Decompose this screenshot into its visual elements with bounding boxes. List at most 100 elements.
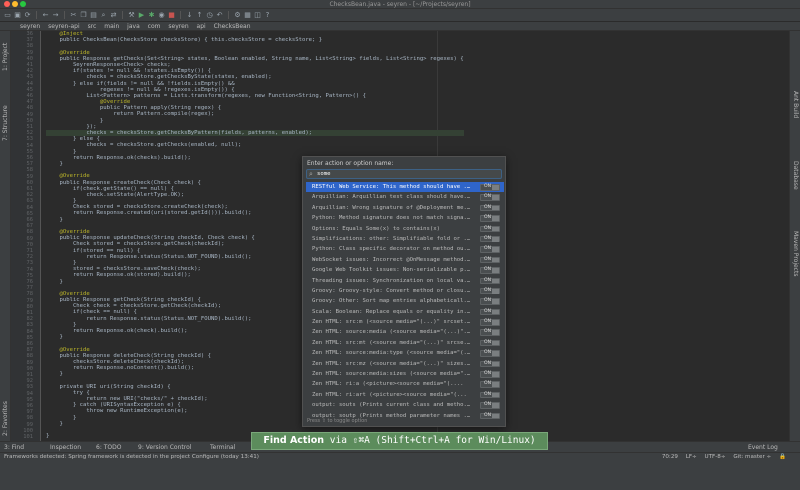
option-toggle[interactable]: ON bbox=[480, 267, 500, 274]
sdk-icon[interactable]: ◫ bbox=[254, 11, 261, 19]
breadcrumb-item[interactable]: ChecksBean bbox=[214, 23, 251, 30]
debug-icon[interactable]: ✱ bbox=[148, 11, 155, 19]
action-result-item[interactable]: Zen HTML: source:media:sizes (<source me… bbox=[306, 369, 504, 379]
caret-position[interactable]: 70:29 bbox=[662, 454, 678, 460]
option-toggle[interactable]: ON bbox=[480, 277, 500, 285]
breadcrumb-item[interactable]: main bbox=[104, 23, 119, 30]
help-icon[interactable]: ? bbox=[264, 11, 271, 19]
option-toggle[interactable]: ON bbox=[480, 402, 500, 409]
action-result-item[interactable]: Arquillian: Arquillian test class should… bbox=[306, 192, 504, 202]
action-results-list[interactable]: RESTful Web Service: This method should … bbox=[306, 182, 504, 421]
toolbar-divider bbox=[64, 11, 65, 19]
action-result-item[interactable]: Zen HTML: source:media:type (<source med… bbox=[306, 348, 504, 358]
option-toggle-knob bbox=[492, 288, 499, 294]
breadcrumb-item[interactable]: seyren bbox=[168, 23, 188, 30]
option-toggle[interactable]: ON bbox=[480, 184, 500, 191]
option-toggle[interactable]: ON bbox=[480, 412, 500, 420]
action-result-item[interactable]: Google Web Toolkit issues: Non-serializa… bbox=[306, 265, 504, 275]
coverage-icon[interactable]: ◉ bbox=[158, 11, 165, 19]
breadcrumb-item[interactable]: src bbox=[88, 23, 97, 30]
breadcrumb-item[interactable]: seyren bbox=[20, 23, 40, 30]
tab-favorites[interactable]: 2: Favorites bbox=[2, 401, 9, 436]
replace-icon[interactable]: ⇄ bbox=[110, 11, 117, 19]
option-toggle[interactable]: ON bbox=[480, 287, 500, 295]
vcs-commit-icon[interactable]: ↑ bbox=[196, 11, 203, 19]
vcs-history-icon[interactable]: ◷ bbox=[206, 11, 213, 19]
action-result-item[interactable]: Zen HTML: ri:art (<picture><source media… bbox=[306, 390, 504, 400]
action-result-item[interactable]: Python: Class specific decorator on meth… bbox=[306, 244, 504, 254]
stop-icon[interactable]: ■ bbox=[168, 11, 175, 19]
copy-icon[interactable]: ❐ bbox=[80, 11, 87, 19]
option-toggle-state: ON bbox=[484, 204, 492, 210]
search-input[interactable] bbox=[317, 170, 497, 178]
status-message[interactable]: Frameworks detected: Spring framework is… bbox=[4, 453, 259, 462]
promoter-action-name: Find Action bbox=[263, 435, 325, 446]
back-icon[interactable]: ← bbox=[42, 11, 49, 19]
option-toggle[interactable]: ON bbox=[480, 350, 500, 357]
action-result-item[interactable]: Threading issues: Synchronization on loc… bbox=[306, 276, 504, 286]
line-number-gutter[interactable]: 36 37 38 39 40 41 42 43 44 45 46 47 48 49 50 51 52 53 54 55… bbox=[11, 31, 41, 441]
option-toggle[interactable]: ON bbox=[480, 339, 500, 347]
action-result-item[interactable]: Groovy: Other: Sort map entries alphabet… bbox=[306, 296, 504, 306]
option-toggle[interactable]: ON bbox=[480, 215, 500, 222]
option-toggle[interactable]: ON bbox=[480, 329, 500, 336]
open-folder-icon[interactable]: ▭ bbox=[4, 11, 11, 19]
run-icon[interactable]: ▶ bbox=[138, 11, 145, 19]
lock-icon[interactable]: 🔒 bbox=[779, 454, 786, 460]
find-icon[interactable]: ⌕ bbox=[100, 11, 107, 19]
option-toggle[interactable]: ON bbox=[480, 360, 500, 368]
save-icon[interactable]: ▣ bbox=[14, 11, 21, 19]
search-icon: ⌕ bbox=[309, 170, 313, 178]
forward-icon[interactable]: → bbox=[52, 11, 59, 19]
settings-icon[interactable]: ⚙ bbox=[234, 11, 241, 19]
breadcrumb-item[interactable]: seyren-api bbox=[48, 23, 80, 30]
action-result-item[interactable]: RESTful Web Service: This method should … bbox=[306, 182, 504, 193]
tab-ant-build[interactable]: Ant Build bbox=[792, 91, 799, 118]
tab-maven-projects[interactable]: Maven Projects bbox=[792, 231, 799, 276]
option-toggle[interactable]: ON bbox=[480, 225, 500, 233]
action-result-item[interactable]: Zen HTML: source:media (<source media="(… bbox=[306, 327, 504, 337]
option-toggle[interactable]: ON bbox=[480, 235, 500, 243]
option-toggle[interactable]: ON bbox=[480, 298, 500, 305]
undo-icon[interactable]: ↶ bbox=[216, 11, 223, 19]
action-result-item[interactable]: Scala: Boolean: Replace equals or equali… bbox=[306, 307, 504, 317]
option-toggle[interactable]: ON bbox=[480, 381, 500, 388]
option-toggle[interactable]: ON bbox=[480, 319, 500, 326]
tab-project[interactable]: 1: Project bbox=[2, 43, 9, 71]
file-encoding[interactable]: UTF-8÷ bbox=[705, 454, 726, 460]
option-toggle[interactable]: ON bbox=[480, 371, 500, 378]
promoter-shortcut: via ⇧⌘A (Shift+Ctrl+A for Win/Linux) bbox=[324, 435, 536, 446]
paste-icon[interactable]: ▤ bbox=[90, 11, 97, 19]
build-icon[interactable]: ⚒ bbox=[128, 11, 135, 19]
action-result-item[interactable]: output: souts (Prints current class and … bbox=[306, 400, 504, 410]
action-result-item[interactable]: Python: Method signature does not match … bbox=[306, 213, 504, 223]
search-box[interactable]: ⌕ bbox=[306, 169, 502, 179]
action-result-item[interactable]: Zen HTML: src:m (<source media="(...)" s… bbox=[306, 317, 504, 327]
option-toggle[interactable]: ON bbox=[480, 194, 500, 201]
tab-structure[interactable]: 7: Structure bbox=[2, 105, 9, 141]
action-result-item[interactable]: Options: Equals Some(x) to contains(x) ON bbox=[306, 224, 504, 234]
option-toggle-knob bbox=[492, 205, 499, 211]
action-result-item[interactable]: WebSocket issues: Incorrect @OnMessage m… bbox=[306, 255, 504, 265]
line-separator[interactable]: LF÷ bbox=[686, 454, 697, 460]
vcs-update-icon[interactable]: ↓ bbox=[186, 11, 193, 19]
option-toggle[interactable]: ON bbox=[480, 256, 500, 264]
action-result-item[interactable]: Zen HTML: src:mt (<source media="(...)" … bbox=[306, 338, 504, 348]
sync-icon[interactable]: ⟳ bbox=[24, 11, 31, 19]
vcs-branch[interactable]: Git: master ÷ bbox=[733, 454, 771, 460]
option-toggle[interactable]: ON bbox=[480, 204, 500, 212]
option-toggle[interactable]: ON bbox=[480, 308, 500, 316]
action-result-item[interactable]: Simplifications: other: Simplifiable fol… bbox=[306, 234, 504, 244]
action-result-item[interactable]: Zen HTML: src:mz (<source media="(...)" … bbox=[306, 359, 504, 369]
breadcrumb-item[interactable]: com bbox=[148, 23, 161, 30]
breadcrumb-item[interactable]: api bbox=[197, 23, 206, 30]
cut-icon[interactable]: ✂ bbox=[70, 11, 77, 19]
option-toggle[interactable]: ON bbox=[480, 391, 500, 399]
option-toggle[interactable]: ON bbox=[480, 246, 500, 253]
action-result-item[interactable]: Arquillian: Wrong signature of @Deployme… bbox=[306, 203, 504, 213]
project-structure-icon[interactable]: ▦ bbox=[244, 11, 251, 19]
breadcrumb-item[interactable]: java bbox=[127, 23, 140, 30]
action-result-item[interactable]: Groovy: Groovy-style: Convert method or … bbox=[306, 286, 504, 296]
tab-database[interactable]: Database bbox=[792, 161, 799, 190]
action-result-item[interactable]: Zen HTML: ri:a (<picture><source media="… bbox=[306, 379, 504, 389]
